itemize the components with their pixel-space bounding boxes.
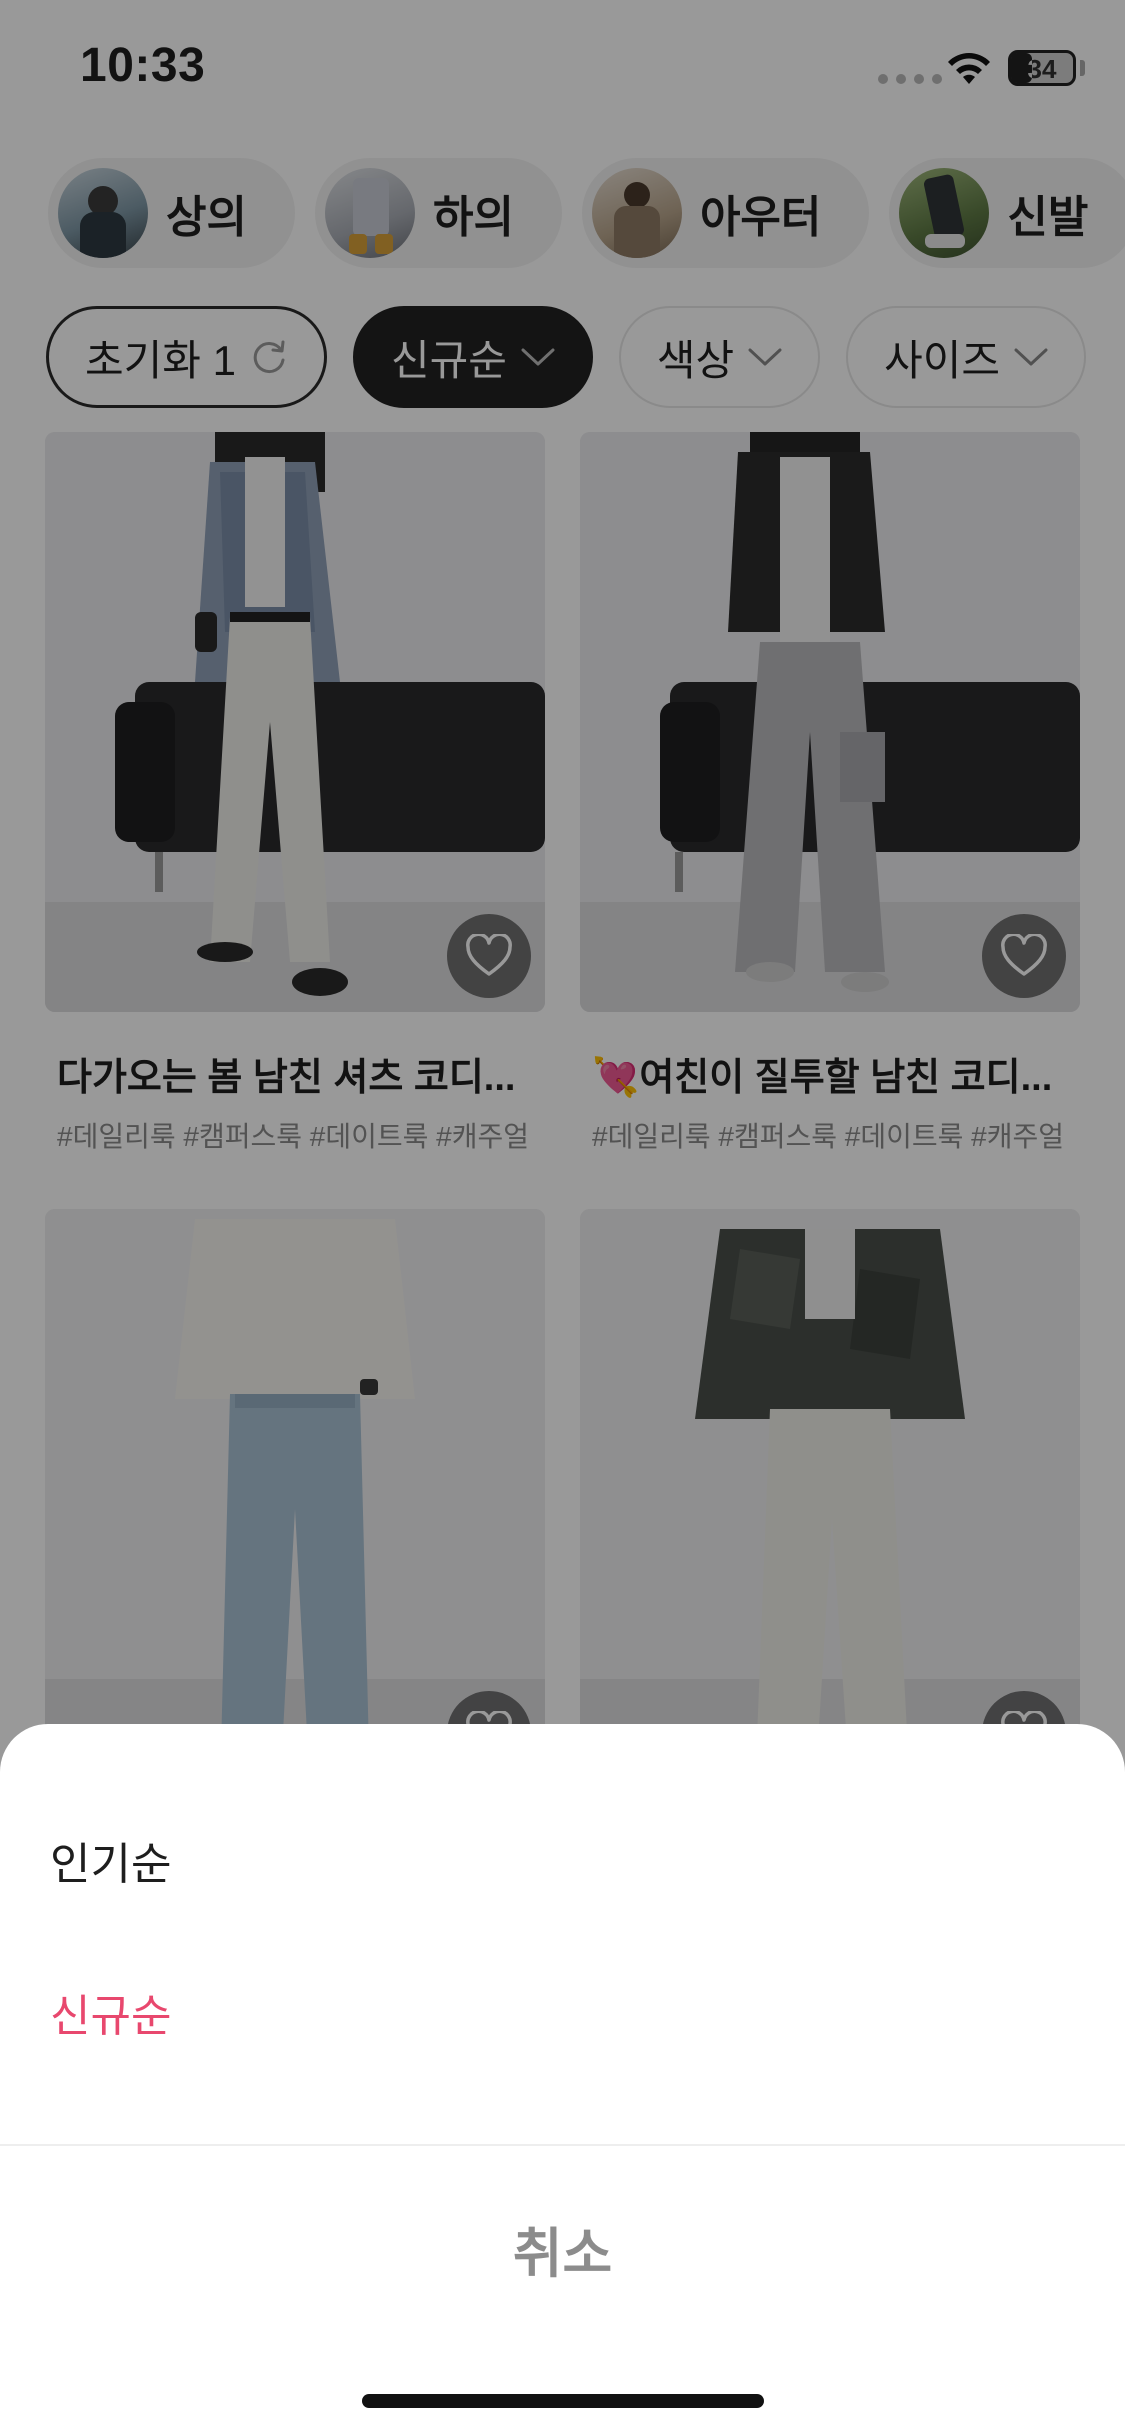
- sort-bottom-sheet: 인기순 신규순 취소: [0, 1724, 1125, 2436]
- sheet-divider: [0, 2144, 1125, 2146]
- home-indicator[interactable]: [362, 2394, 764, 2408]
- cancel-button[interactable]: 취소: [0, 2194, 1125, 2314]
- sort-option-newest[interactable]: 신규순: [50, 1980, 171, 2044]
- sort-option-popular[interactable]: 인기순: [50, 1828, 171, 1892]
